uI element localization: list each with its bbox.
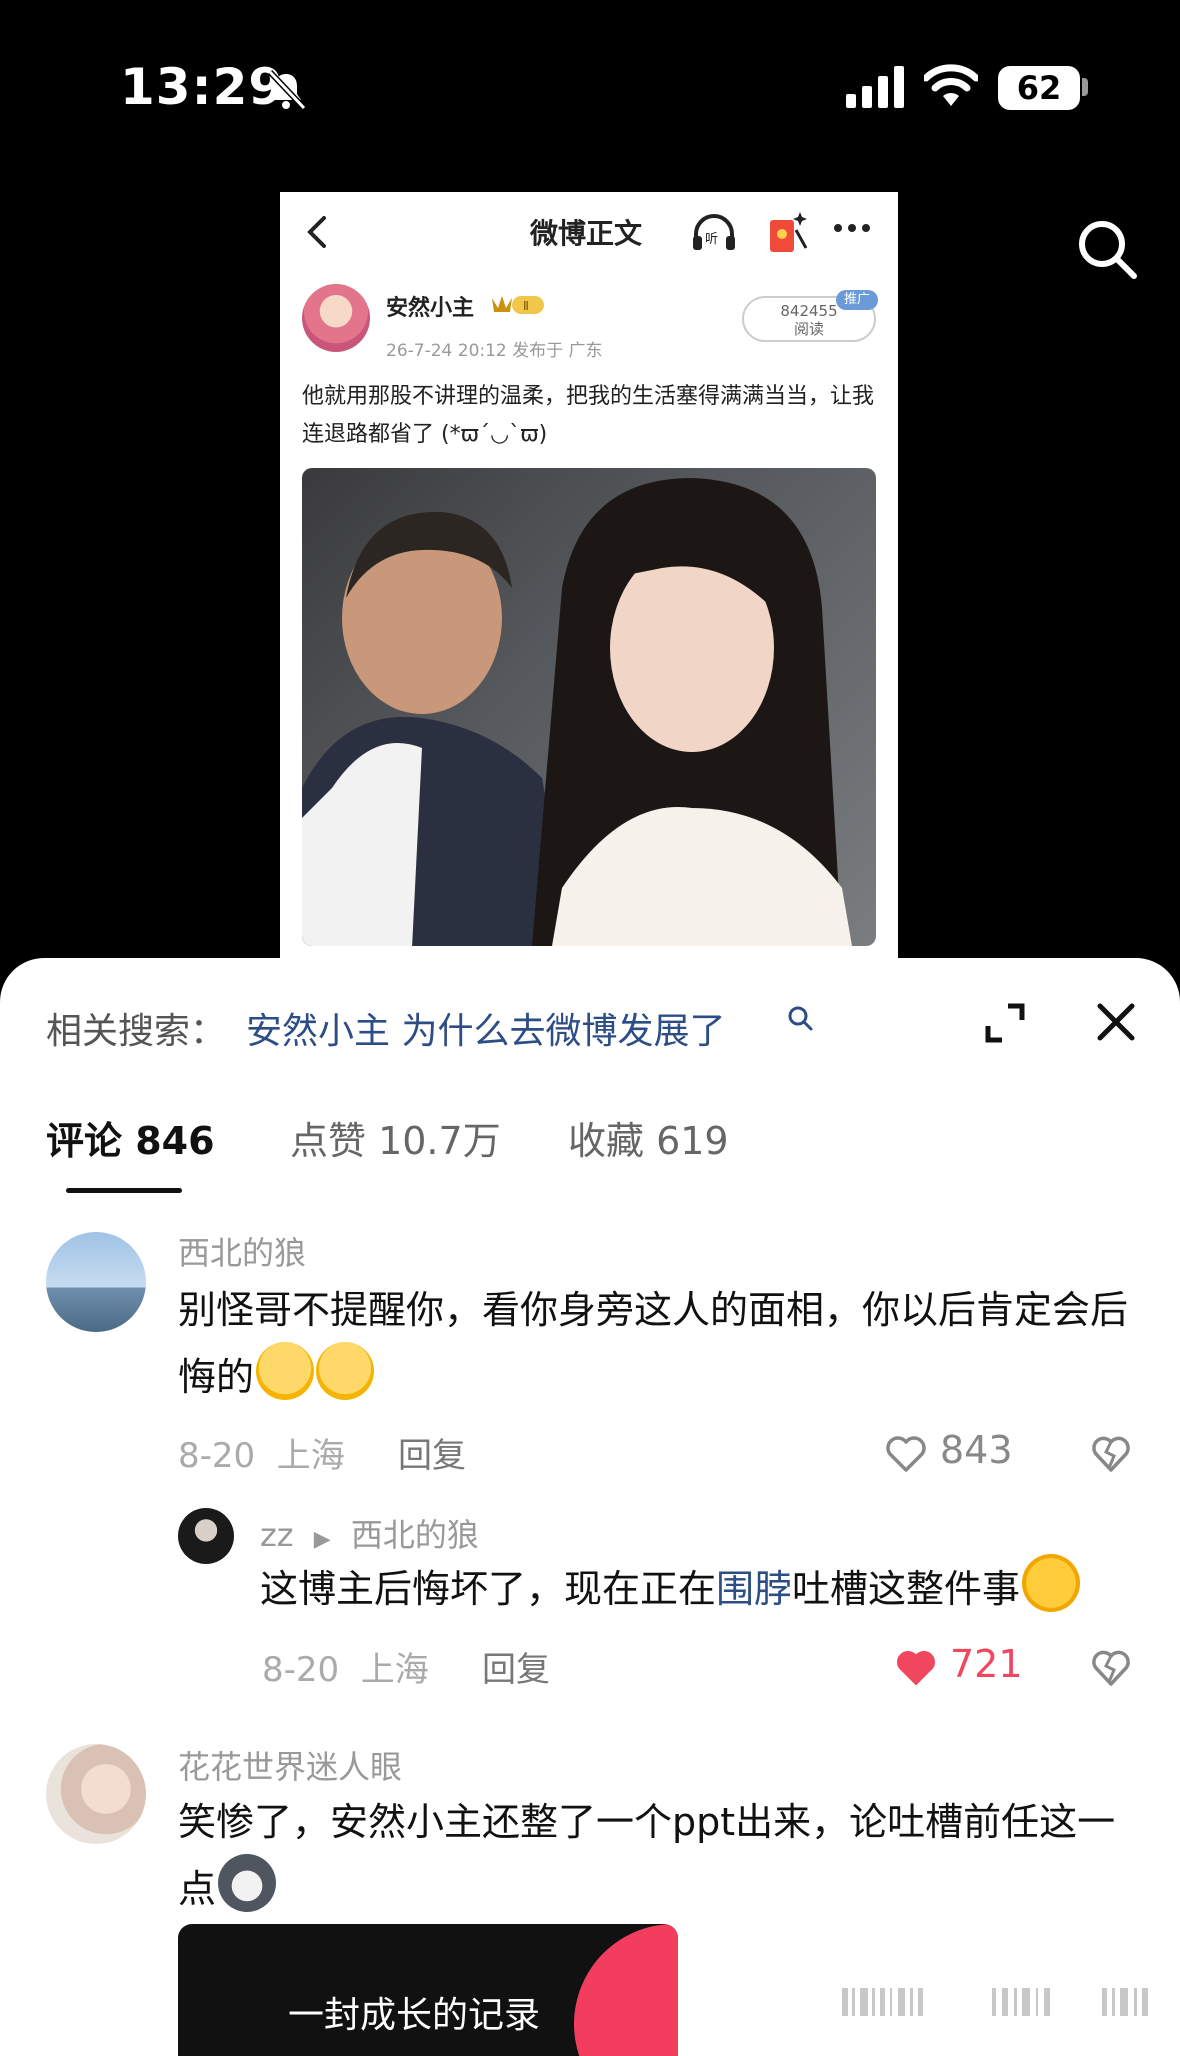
barcode-watermark-icon xyxy=(842,1988,1148,2016)
tab-comments[interactable]: 评论 846 xyxy=(46,1110,215,1165)
reply-avatar[interactable] xyxy=(178,1508,234,1564)
search-icon[interactable] xyxy=(1076,218,1138,280)
reply-location: 上海 xyxy=(360,1650,429,1690)
weibo-author-name: 安然小主 xyxy=(386,296,475,321)
heart-filled-icon[interactable] xyxy=(894,1648,938,1688)
expand-icon[interactable] xyxy=(984,1002,1026,1044)
comment-text: 笑惨了，安然小主还整了一个ppt出来，论吐槽前任这一点 xyxy=(178,1790,1138,1921)
comment-meta: 8-20 上海 xyxy=(178,1428,345,1477)
weibo-author-avatar xyxy=(302,284,370,352)
reply-text: 这博主后悔坏了，现在正在围脖吐槽这整件事 xyxy=(260,1554,1140,1621)
comment-avatar[interactable] xyxy=(46,1232,146,1332)
like-count: 721 xyxy=(950,1642,1023,1686)
photo-person-right xyxy=(532,478,852,946)
reply-text-end: 吐槽这整件事 xyxy=(792,1567,1021,1611)
back-arrow-icon xyxy=(307,216,326,248)
comment-author[interactable]: 西北的狼 xyxy=(178,1228,306,1274)
reply-author-line: zz ▶ 西北的狼 xyxy=(260,1510,479,1556)
video-decor xyxy=(574,1924,678,2056)
status-time: 13:29 xyxy=(120,58,285,116)
related-search-link[interactable]: 安然小主 为什么去微博发展了 xyxy=(246,1002,725,1054)
reply-to-author[interactable]: 西北的狼 xyxy=(351,1516,479,1554)
weibo-post-text: 他就用那股不讲理的温柔，把我的生活塞得满满当当，让我连退路都省了 (*ϖ´◡`ϖ… xyxy=(302,384,875,447)
svg-text:听: 听 xyxy=(705,232,718,247)
reply-author[interactable]: zz xyxy=(260,1516,294,1554)
comment-location: 上海 xyxy=(276,1436,345,1476)
related-search-label: 相关搜索： xyxy=(46,1011,227,1052)
comment-text-content: 笑惨了，安然小主还整了一个ppt出来，论吐槽前任这一点 xyxy=(178,1800,1116,1911)
more-icon xyxy=(834,224,870,232)
battery-tip xyxy=(1082,78,1088,96)
video-title: 一封成长的记录 xyxy=(288,1995,541,2036)
comment-author[interactable]: 花花世界迷人眼 xyxy=(178,1742,402,1788)
red-packet-icon xyxy=(770,212,808,252)
heart-eyes-emoji-icon xyxy=(1022,1554,1081,1612)
weibo-header-title: 微博正文 xyxy=(530,217,643,250)
tab-indicator xyxy=(66,1188,182,1193)
reply-text-start: 这博主后悔坏了，现在正在 xyxy=(260,1567,717,1611)
reply-date: 8-20 xyxy=(262,1650,340,1690)
post-photo xyxy=(302,468,876,946)
shushing-emoji-icon xyxy=(256,1342,315,1400)
post-image[interactable]: 微博正文 听 安然小主 Ⅱ 26-7-24 20:12 发布于 广东 84245… xyxy=(280,192,898,962)
comment-date: 8-20 xyxy=(178,1436,256,1476)
doge-emoji-icon xyxy=(218,1854,277,1912)
tab-favorites[interactable]: 收藏 619 xyxy=(568,1110,729,1165)
reply-meta: 8-20 上海 xyxy=(262,1642,429,1691)
broken-heart-icon[interactable] xyxy=(1090,1648,1132,1688)
headphones-icon: 听 xyxy=(693,214,735,250)
bell-off-icon xyxy=(267,69,307,111)
like-count: 843 xyxy=(940,1428,1013,1472)
signal-icon xyxy=(846,66,904,108)
heart-outline-icon[interactable] xyxy=(884,1434,928,1474)
wifi-icon xyxy=(924,64,978,106)
reply-arrow-icon: ▶ xyxy=(313,1527,331,1552)
search-icon[interactable] xyxy=(786,1004,814,1032)
svg-text:Ⅱ: Ⅱ xyxy=(523,299,529,313)
promo-badge: 推广 xyxy=(836,290,878,310)
comment-text: 别怪哥不提醒你，看你身旁这人的面相，你以后肯定会后悔的 xyxy=(178,1278,1128,1409)
comments-sheet: 相关搜索： 安然小主 为什么去微博发展了 评论 846 点赞 10.7万 收藏 … xyxy=(0,958,1180,2056)
shushing-emoji-icon xyxy=(316,1342,375,1400)
read-count-label: 阅读 xyxy=(793,320,824,338)
battery-indicator: 62 xyxy=(998,66,1080,110)
video-attachment[interactable]: 一封成长的记录 xyxy=(178,1924,678,2056)
weibo-post-meta: 26-7-24 20:12 发布于 广东 xyxy=(386,341,603,361)
comment-avatar[interactable] xyxy=(46,1744,146,1844)
vip-badge-icon: Ⅱ xyxy=(492,296,544,314)
weibo-link[interactable]: 围脖 xyxy=(716,1567,792,1611)
status-bar: 13:29 62 xyxy=(0,0,1180,180)
reply-button[interactable]: 回复 xyxy=(482,1642,550,1691)
tab-likes[interactable]: 点赞 10.7万 xyxy=(290,1110,501,1165)
reply-button[interactable]: 回复 xyxy=(398,1428,466,1477)
close-icon[interactable] xyxy=(1096,1002,1136,1042)
broken-heart-icon[interactable] xyxy=(1090,1434,1132,1474)
